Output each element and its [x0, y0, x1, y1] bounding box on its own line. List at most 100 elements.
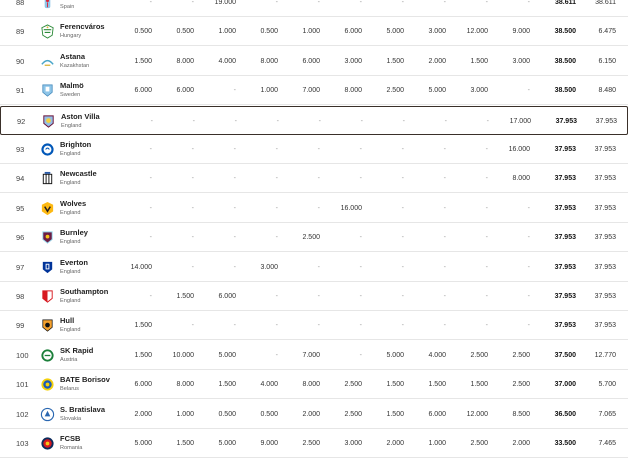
club-country: Romania: [60, 445, 83, 451]
season-points-cell: -: [527, 322, 530, 330]
rank: 94: [16, 174, 25, 184]
rank: 102: [16, 409, 29, 419]
table-row[interactable]: 96 Burnley England - - - - 2.500 - - - - - 37.953 37.9…: [0, 223, 628, 253]
club-country: England: [60, 268, 81, 275]
rank: 90: [16, 56, 25, 66]
club-name[interactable]: Newcastle: [60, 169, 97, 178]
current-points-cell: 8.480: [598, 87, 616, 95]
total-points-cell: 38.500: [554, 57, 576, 65]
table-row[interactable]: 97 Everton England 14.000 - - 3.000 - - - - - - 37.95…: [0, 253, 628, 282]
season-points-cell: -: [485, 146, 488, 153]
season-points-cell: -: [275, 175, 278, 183]
season-points-cell: -: [359, 146, 362, 153]
table-row[interactable]: 90 Astana Kazakhstan 1.500 8.000 4.000 8.000 6.…: [0, 47, 628, 76]
season-points-cell: -: [401, 175, 404, 183]
table-row[interactable]: 98 Southampton England - 1.500 6.000 - - - - - - - 37…: [0, 282, 628, 311]
table-row[interactable]: 100 SK Rapid Austria 1.500 10.000 5.000 - 7.000…: [0, 341, 628, 370]
season-points-cell: 1.500: [218, 381, 236, 389]
club-name[interactable]: Hull: [60, 316, 74, 325]
season-points-cell: 3.000: [260, 263, 278, 271]
rank: 97: [16, 262, 25, 272]
celta-badge-icon: [40, 0, 55, 10]
season-points-cell: 10.000: [172, 351, 194, 359]
current-points-cell: 7.065: [598, 410, 616, 418]
table-row[interactable]: 101 BATE Borisov Belarus 6.000 8.000 1.500 4.0…: [0, 370, 628, 400]
club-country: Belarus: [60, 386, 79, 393]
season-points-cell: -: [485, 263, 488, 271]
table-row[interactable]: 102 S. Bratislava Slovakia 2.000 1.000 0.500 0…: [0, 400, 628, 429]
season-points-cell: -: [275, 204, 278, 212]
season-points-cell: 2.500: [512, 381, 530, 389]
season-points-cell: 8.000: [176, 57, 194, 65]
season-points-cell: 1.500: [134, 351, 152, 359]
season-points-cell: -: [359, 263, 362, 271]
club-name[interactable]: SK Rapid: [60, 346, 93, 355]
season-points-cell: 2.000: [134, 410, 152, 418]
season-points-cell: -: [233, 175, 236, 183]
season-points-cell: 1.000: [176, 410, 194, 418]
total-points-cell: 37.953: [554, 175, 576, 183]
season-points-cell: -: [401, 146, 404, 153]
club-name[interactable]: BATE Borisov: [60, 375, 110, 384]
season-points-cell: 4.000: [428, 351, 446, 359]
table-row[interactable]: 94 Newcastle England - - - - - - - - - 8.000 37.953 37…: [0, 164, 628, 194]
season-points-cell: 8.000: [176, 381, 194, 389]
season-points-cell: -: [234, 117, 237, 125]
club-name[interactable]: Ferencváros: [60, 22, 105, 31]
current-points-cell: 6.150: [598, 57, 616, 65]
season-points-cell: -: [485, 0, 488, 6]
table-row[interactable]: 93 Brighton England - - - - - - - - - 16.000 37.953 37…: [0, 135, 628, 164]
season-points-cell: -: [191, 0, 194, 6]
season-points-cell: -: [527, 0, 530, 6]
season-points-cell: 12.000: [466, 28, 488, 36]
season-points-cell: -: [485, 175, 488, 183]
club-country: England: [60, 239, 81, 246]
table-row[interactable]: 91 Malmö Sweden 6.000 6.000 - 1.000 7.000 8.000 2…: [0, 76, 628, 106]
season-points-cell: 5.000: [428, 87, 446, 95]
season-points-cell: 5.000: [218, 351, 236, 359]
season-points-cell: -: [317, 293, 320, 300]
season-points-cell: 2.500: [470, 351, 488, 359]
season-points-cell: 1.500: [176, 440, 194, 447]
club-name[interactable]: Burnley: [60, 228, 88, 237]
club-name[interactable]: Wolves: [60, 199, 86, 208]
season-points-cell: 0.500: [134, 28, 152, 36]
club-name[interactable]: Everton: [60, 258, 88, 267]
astana-badge-icon: [40, 54, 55, 69]
club-name[interactable]: Malmö: [60, 81, 84, 90]
club-name[interactable]: Brighton: [60, 140, 91, 149]
season-points-cell: 1.500: [428, 381, 446, 389]
rank: 96: [16, 233, 25, 243]
total-points-cell: 38.500: [554, 87, 576, 95]
rank: 93: [16, 145, 25, 154]
total-points-cell: 33.500: [554, 440, 576, 447]
season-points-cell: -: [149, 146, 152, 153]
club-name[interactable]: Celta: [60, 0, 78, 2]
table-row[interactable]: 88 Celta Spain - - 19.000 - - - - - - - 38.611 38.611: [0, 0, 628, 17]
season-points-cell: 3.000: [344, 57, 362, 65]
season-points-cell: -: [317, 146, 320, 153]
season-points-cell: 5.000: [134, 440, 152, 447]
table-row[interactable]: 99 Hull England 1.500 - - - - - - - - - 37.953 37.953: [0, 311, 628, 341]
table-row[interactable]: 103 FCSB Romania 5.000 1.500 5.000 9.000 2.500 3…: [0, 429, 628, 458]
season-points-cell: -: [359, 175, 362, 183]
club-name[interactable]: Aston Villa: [61, 112, 100, 121]
season-points-cell: -: [233, 234, 236, 242]
rank: 89: [16, 27, 25, 37]
club-name[interactable]: Southampton: [60, 287, 108, 296]
season-points-cell: 1.000: [428, 440, 446, 447]
season-points-cell: 6.000: [176, 87, 194, 95]
club-country: Slovakia: [60, 415, 82, 422]
table-row[interactable]: 95 Wolves England - - - - - 16.000 - - - - 37.953 37.9…: [0, 194, 628, 223]
season-points-cell: 9.000: [260, 440, 278, 447]
total-points-cell: 37.953: [554, 263, 576, 271]
club-name[interactable]: S. Bratislava: [60, 405, 105, 414]
season-points-cell: -: [317, 263, 320, 271]
table-row[interactable]: 89 Ferencváros Hungary 0.500 0.500 1.000 0.500…: [0, 17, 628, 47]
season-points-cell: 1.500: [386, 410, 404, 418]
table-row-highlighted[interactable]: 92 Aston Villa England - - - - - - - - - 17.000 37.95…: [0, 105, 628, 135]
season-points-cell: -: [191, 146, 194, 153]
club-name[interactable]: Astana: [60, 52, 85, 61]
rank: 92: [17, 116, 26, 126]
club-name[interactable]: FCSB: [60, 434, 80, 443]
